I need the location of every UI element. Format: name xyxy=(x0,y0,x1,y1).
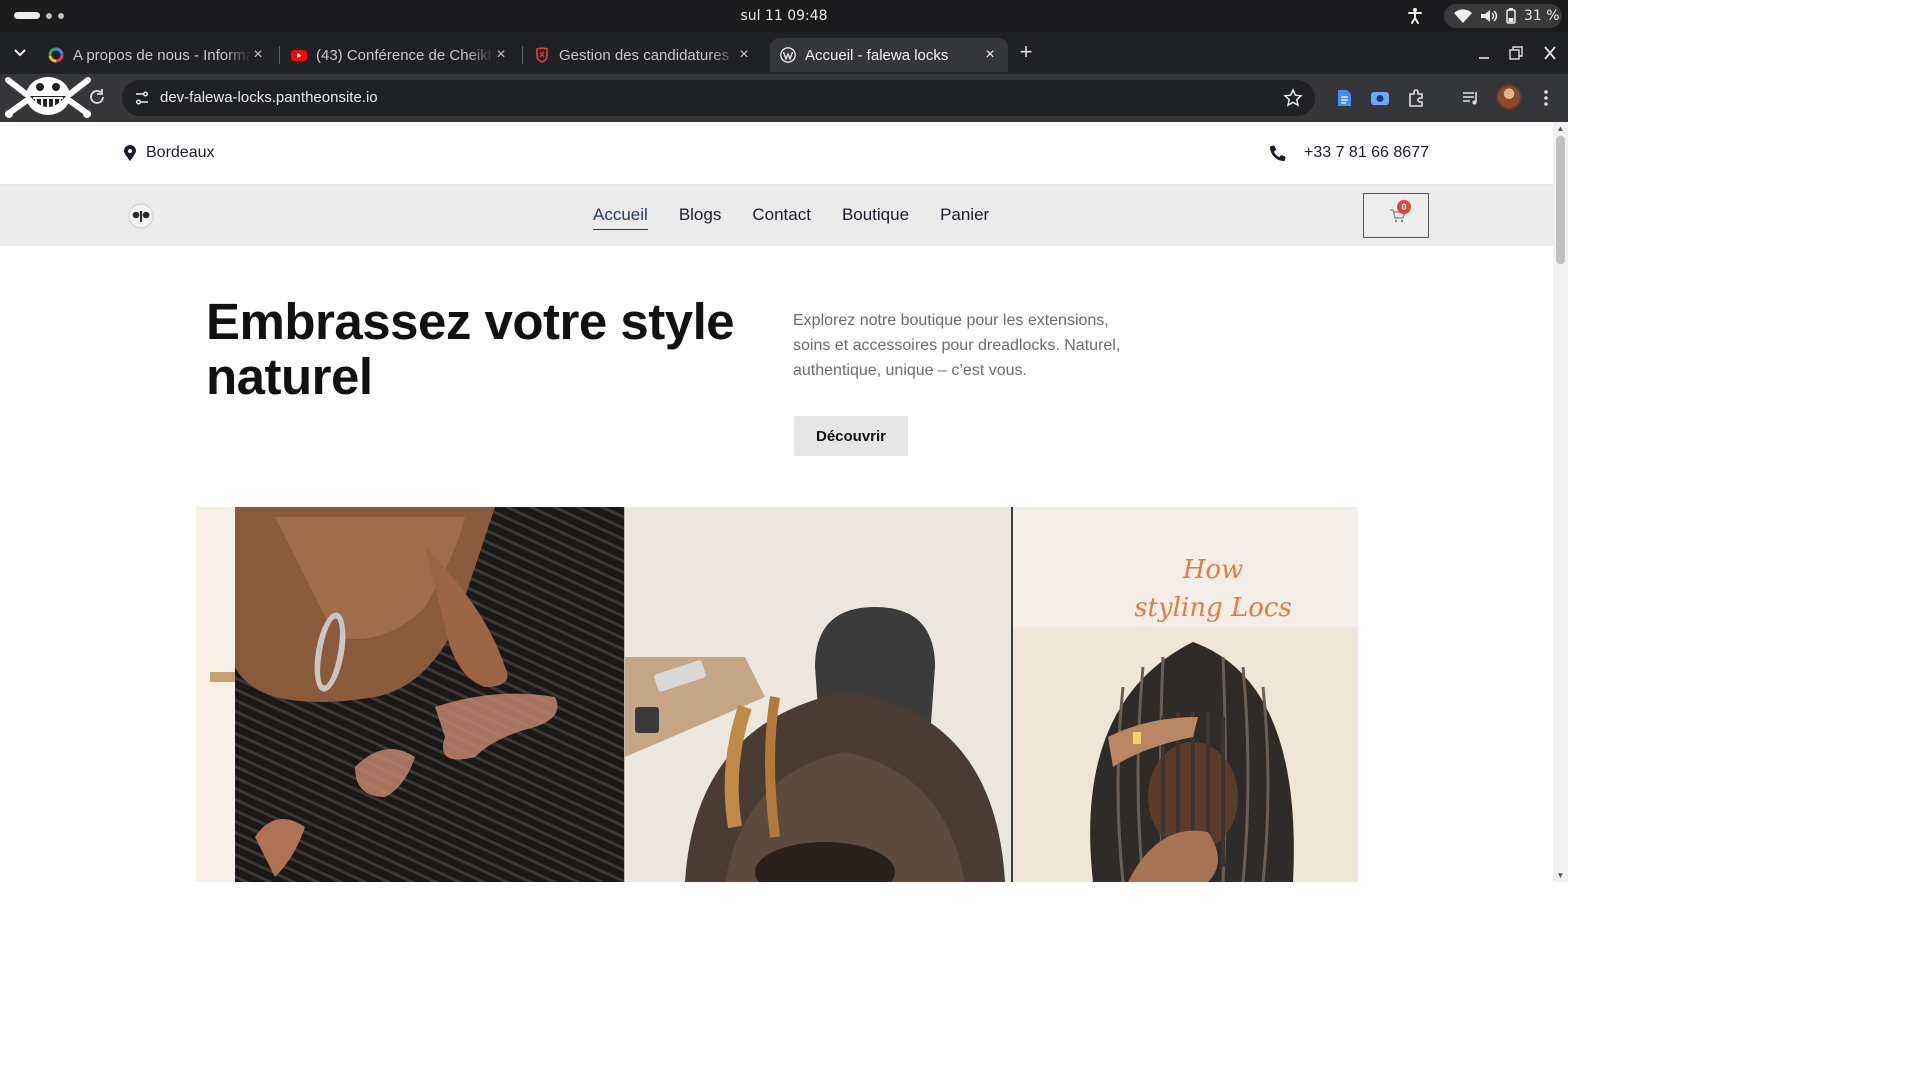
tab-divider xyxy=(522,46,523,64)
tab-divider xyxy=(279,46,280,64)
nav-blogs[interactable]: Blogs xyxy=(679,205,722,230)
youtube-icon xyxy=(291,50,307,61)
hero-title: Embrassez votre style naturel xyxy=(206,293,735,405)
system-bar: sul 11 09:48 31 % xyxy=(0,0,1568,32)
nav-boutique[interactable]: Boutique xyxy=(842,205,909,230)
tab-search-button[interactable] xyxy=(8,42,32,64)
close-window-button[interactable] xyxy=(1539,42,1561,64)
location-text: Bordeaux xyxy=(146,144,215,161)
screen-recorder-extension-icon[interactable] xyxy=(1369,87,1391,109)
close-icon[interactable]: × xyxy=(736,47,752,63)
phone-info[interactable]: +33 7 81 66 8677 xyxy=(1269,144,1429,162)
scroll-down-arrow-icon[interactable]: ▼ xyxy=(1556,872,1565,880)
phone-icon xyxy=(1269,145,1286,161)
google-docs-extension-icon[interactable] xyxy=(1333,87,1355,109)
scrollbar-thumb[interactable] xyxy=(1556,136,1565,264)
tab-title: Accueil - falewa locks xyxy=(805,46,949,64)
caption-line-2: styling Locs xyxy=(1134,593,1292,623)
red-shield-icon xyxy=(536,47,548,63)
map-pin-icon xyxy=(124,145,136,161)
main-nav: Accueil Blogs Contact Boutique Panier xyxy=(593,205,989,230)
tab-title: A propos de nous - Information xyxy=(73,46,251,64)
battery-percent: 31 % xyxy=(1524,8,1560,24)
url-text[interactable]: dev-falewa-locks.pantheonsite.io xyxy=(160,89,378,106)
location-info: Bordeaux xyxy=(124,144,215,162)
hero-gallery: How styling Locs xyxy=(196,507,1358,882)
system-tray[interactable]: 31 % xyxy=(1444,4,1562,28)
minimize-button[interactable] xyxy=(1473,42,1495,64)
reload-icon[interactable] xyxy=(88,88,106,106)
tab-accueil-falewa[interactable]: Accueil - falewa locks × xyxy=(770,38,1008,72)
gallery-photo-locs-retwist[interactable] xyxy=(235,507,624,882)
minimize-icon xyxy=(1479,57,1489,59)
page-scrollbar[interactable]: ▲ ▼ xyxy=(1553,122,1568,882)
more-menu-icon[interactable] xyxy=(1538,86,1554,110)
close-icon[interactable]: × xyxy=(982,47,998,63)
profile-avatar[interactable] xyxy=(1496,84,1522,110)
accessibility-icon[interactable] xyxy=(1406,7,1424,25)
tab-title: (43) Conférence de Cheikh xyxy=(316,46,494,64)
extensions-puzzle-icon[interactable] xyxy=(1406,87,1428,109)
skull-crossbones-mascot-icon[interactable] xyxy=(4,74,92,120)
site-settings-icon[interactable] xyxy=(134,90,150,106)
colorful-ring-icon xyxy=(48,47,64,63)
hair-styling-image xyxy=(625,507,1011,882)
system-clock[interactable]: sul 11 09:48 xyxy=(0,8,1568,24)
top-info-bar: Bordeaux +33 7 81 66 8677 xyxy=(0,122,1553,185)
battery-icon xyxy=(1506,8,1516,24)
caption-line-1: How xyxy=(1182,555,1244,585)
falewa-logo-icon[interactable] xyxy=(128,203,154,229)
gallery-photo-styling-locs[interactable]: How styling Locs xyxy=(1011,507,1358,882)
bookmark-star-icon[interactable] xyxy=(1283,88,1303,108)
tab-youtube[interactable]: (43) Conférence de Cheikh × xyxy=(281,38,519,72)
chevron-down-icon xyxy=(14,49,26,57)
close-icon[interactable]: × xyxy=(250,47,266,63)
phone-number[interactable]: +33 7 81 66 8677 xyxy=(1304,144,1429,162)
discover-button[interactable]: Découvrir xyxy=(794,416,908,456)
site-navbar: Accueil Blogs Contact Boutique Panier 0 xyxy=(0,185,1553,246)
restore-icon xyxy=(1509,46,1523,60)
new-tab-button[interactable]: + xyxy=(1015,41,1037,64)
gallery-handwritten-caption: How styling Locs xyxy=(1113,551,1313,627)
gallery-photo-hair-styling[interactable] xyxy=(624,507,1011,882)
cart-count-badge: 0 xyxy=(1397,200,1411,214)
tab-strip: A propos de nous - Information × (43) Co… xyxy=(0,32,1568,74)
tab-title: Gestion des candidatures xyxy=(559,46,730,64)
nav-accueil[interactable]: Accueil xyxy=(593,205,648,230)
tab-candidatures[interactable]: Gestion des candidatures × xyxy=(524,38,762,72)
media-controls-icon[interactable] xyxy=(1460,87,1482,109)
close-icon[interactable]: × xyxy=(493,47,509,63)
nav-contact[interactable]: Contact xyxy=(752,205,811,230)
close-icon xyxy=(1544,46,1556,60)
address-bar[interactable]: dev-falewa-locks.pantheonsite.io xyxy=(122,80,1315,116)
browser-toolbar: dev-falewa-locks.pantheonsite.io xyxy=(0,74,1568,122)
wifi-icon xyxy=(1454,9,1472,23)
scroll-up-arrow-icon[interactable]: ▲ xyxy=(1556,125,1565,133)
gallery-left-edge-image xyxy=(196,507,236,882)
cart-button[interactable]: 0 xyxy=(1363,193,1429,238)
locs-retwist-image xyxy=(235,507,624,882)
nav-panier[interactable]: Panier xyxy=(940,205,989,230)
hero-description: Explorez notre boutique pour les extensi… xyxy=(793,312,1121,379)
volume-icon xyxy=(1481,10,1498,22)
maximize-button[interactable] xyxy=(1505,42,1527,64)
tab-a-propos[interactable]: A propos de nous - Information × xyxy=(38,38,276,72)
wordpress-icon xyxy=(780,47,796,63)
